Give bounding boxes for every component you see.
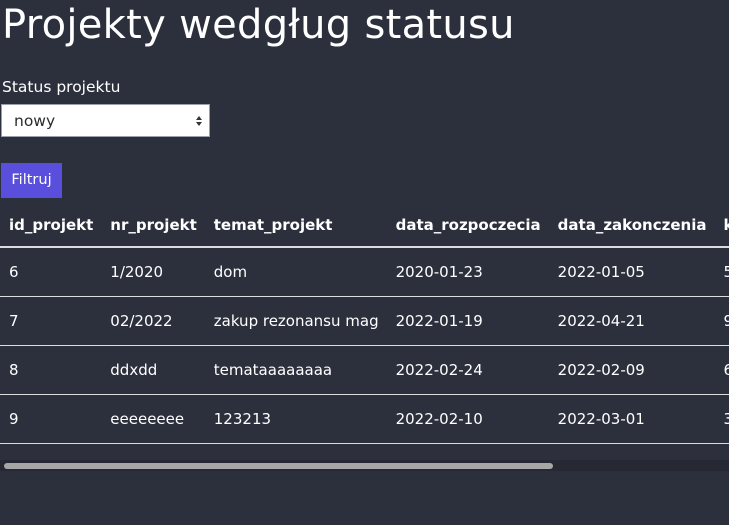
table-header-row: id_projekt nr_projekt temat_projekt data… (0, 203, 729, 248)
column-header: temat_projekt (204, 203, 387, 248)
status-select-value: nowy (14, 112, 56, 130)
table-row: 6 1/2020 dom 2020-01-23 2022-01-05 5000 (0, 247, 729, 297)
column-header: kwota (714, 203, 729, 248)
table-cell: 02/2022 (101, 296, 205, 346)
table-cell: dom (204, 247, 387, 297)
column-header: data_rozpoczecia (386, 203, 549, 248)
page: Projekty wedgług statusu Status projektu… (0, 0, 729, 525)
table-cell: 2022-04-21 (548, 296, 715, 346)
table-cell: tematаааааааа (204, 345, 387, 395)
table-cell: 123213 (204, 394, 387, 444)
table-cell: 6669 (714, 345, 729, 395)
table-cell: 8 (0, 345, 102, 395)
table-cell: zakup rezonansu mag (204, 296, 387, 346)
table-cell: 2022-01-19 (386, 296, 549, 346)
table-row: 9 eeeeeeee 123213 2022-02-10 2022-03-01 … (0, 394, 729, 444)
page-title: Projekty wedgług statusu (2, 2, 515, 48)
table-cell: 9000 (714, 296, 729, 346)
column-header: data_zakonczenia (548, 203, 715, 248)
status-label: Status projektu (2, 78, 121, 96)
table-cell: 2022-02-09 (548, 345, 715, 395)
table-cell: 2022-01-05 (548, 247, 715, 297)
status-select[interactable]: nowy (1, 104, 210, 137)
column-header: nr_projekt (101, 203, 205, 248)
table-cell: 6 (0, 247, 102, 297)
table-cell: 9 (0, 394, 102, 444)
chevron-up-down-icon (196, 116, 202, 126)
table-row: 8 ddxdd tematаааааааа 2022-02-24 2022-02… (0, 345, 729, 395)
table-cell: 2020-01-23 (386, 247, 549, 297)
table-cell: 1/2020 (101, 247, 205, 297)
table-cell: 2022-03-01 (548, 394, 715, 444)
horizontal-scrollbar[interactable] (0, 460, 729, 471)
table-cell: eeeeeeee (101, 394, 205, 444)
table-cell: 5000 (714, 247, 729, 297)
table-cell: 7 (0, 296, 102, 346)
projects-table-container: id_projekt nr_projekt temat_projekt data… (0, 203, 729, 448)
table-cell: ddxdd (101, 345, 205, 395)
filter-button[interactable]: Filtruj (1, 163, 62, 198)
table-cell: 3333 (714, 394, 729, 444)
scrollbar-thumb[interactable] (4, 463, 553, 469)
table-cell: 2022-02-24 (386, 345, 549, 395)
column-header: id_projekt (0, 203, 102, 248)
table-row: 7 02/2022 zakup rezonansu mag 2022-01-19… (0, 296, 729, 346)
projects-table: id_projekt nr_projekt temat_projekt data… (0, 203, 729, 444)
table-cell: 2022-02-10 (386, 394, 549, 444)
